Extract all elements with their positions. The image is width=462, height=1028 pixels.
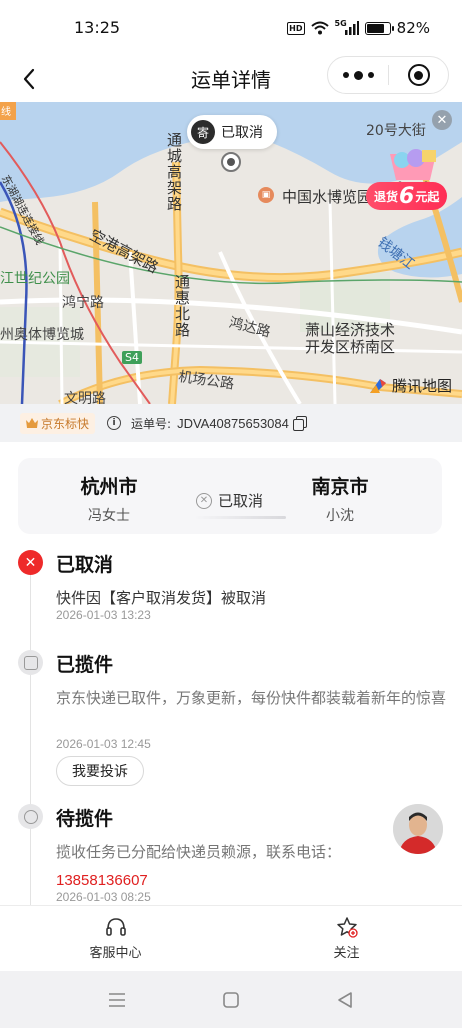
map-label-museum: 中国水博览园 (282, 188, 373, 206)
more-button[interactable] (328, 57, 388, 93)
map-label-road-20: 20号大街 (366, 123, 426, 139)
headset-icon (105, 918, 126, 936)
battery-icon (364, 21, 394, 35)
timeline-title: 已揽件 (56, 654, 114, 676)
customer-service-label: 客服中心 (89, 946, 142, 961)
route-status: ✕ 已取消 (196, 490, 263, 511)
shipment-detail: 杭州市 冯女士 ✕ 已取消 南京市 小沈 ✕ 已取消 快件因【客户取消发货】被取… (0, 442, 462, 905)
hd-icon: HD (287, 21, 305, 35)
destination: 南京市 小沈 (280, 472, 400, 525)
map-label-tongcheng: 通城高架路 (165, 132, 183, 212)
target-icon (407, 64, 430, 86)
timeline-time: 2026-01-03 12:45 (56, 737, 151, 751)
location-marker-icon[interactable] (221, 152, 241, 172)
return-promo-banner[interactable]: 退货 6 元起 (366, 142, 450, 210)
courier-phone-link[interactable]: 13858136607 (56, 872, 148, 889)
museum-poi-icon: ▣ (258, 187, 274, 203)
pin-status-text: 已取消 (221, 125, 263, 141)
complain-button[interactable]: 我要投诉 (56, 756, 144, 786)
route-progress-line (194, 516, 286, 519)
waybill-label: 运单号: (131, 416, 172, 431)
timeline-line (30, 550, 31, 905)
nav-bar: 运单详情 (0, 56, 462, 102)
more-dot-icon (367, 72, 374, 78)
timeline-desc: 京东快递已取件，万象更新，每份快件都装载着新年的惊喜 (56, 689, 447, 707)
square-home-icon (223, 991, 239, 1008)
map-label-century-park: 江世纪公园 (0, 271, 70, 287)
map-label-olympic: 州奥体博览城 (0, 327, 84, 343)
waybill-info-strip: 京东标快 i 运单号: JDVA40875653084 (0, 404, 462, 442)
signal-icon (344, 21, 359, 35)
wifi-icon (310, 21, 329, 35)
promo-number: 6 (399, 183, 415, 209)
close-miniapp-button[interactable] (389, 57, 448, 93)
follow-label: 关注 (333, 946, 360, 961)
route-status-text: 已取消 (218, 492, 264, 510)
timeline-desc-text: 揽收任务已分配给快递员赖源，联系电话： (56, 843, 342, 861)
route-card: 杭州市 冯女士 ✕ 已取消 南京市 小沈 (18, 458, 442, 534)
waybill-number: JDVA40875653084 (177, 415, 289, 431)
system-nav-bar (0, 971, 462, 1028)
home-button[interactable] (220, 989, 242, 1011)
map-label-xiaoshan-dev: 萧山经济技术开发区桥南区 (305, 321, 396, 356)
origin: 杭州市 冯女士 (49, 472, 169, 525)
promo-close-icon[interactable]: ✕ (432, 110, 452, 130)
triangle-back-icon (338, 991, 352, 1008)
map-label-wenming: 文明路 (64, 391, 106, 404)
map-label-s4: S4 (122, 351, 142, 364)
info-icon[interactable]: i (107, 416, 122, 430)
recipient-name: 小沈 (326, 508, 354, 524)
customer-service-button[interactable]: 客服中心 (0, 906, 231, 971)
shopping-cart-icon (390, 149, 436, 186)
map-label-hongning: 鸿宁路 (62, 295, 104, 311)
tracking-map[interactable]: 线 20号大街 通城高架路 中国水博览园 空港高架路 钱塘江 东湖湖连连接线 江… (0, 102, 462, 404)
follow-button[interactable]: 关注 (231, 906, 462, 971)
origin-city: 杭州市 (80, 476, 138, 498)
status-bar: 13:25 HD 5G 82% (0, 0, 462, 56)
more-dot-icon (342, 72, 349, 78)
miniapp-capsule (327, 56, 449, 94)
shipment-status-pin[interactable]: 寄 已取消 (187, 115, 277, 149)
courier-avatar[interactable] (393, 804, 443, 854)
package-icon (18, 650, 43, 675)
back-nav-button[interactable] (334, 989, 356, 1011)
battery-percent: 82% (396, 19, 430, 37)
cancel-circle-icon: ✕ (196, 492, 212, 509)
sender-name: 冯女士 (88, 508, 130, 524)
menu-button[interactable] (106, 989, 128, 1011)
timeline-title: 已取消 (56, 554, 114, 576)
network-type: 5G (334, 18, 347, 28)
timeline-time: 2026-01-03 13:23 (56, 608, 151, 622)
tencent-map-logo-icon (369, 378, 386, 393)
promo-text-pre: 退货 (374, 189, 399, 204)
timeline-desc: 揽收任务已分配给快递员赖源，联系电话： 13858136607 (56, 838, 448, 895)
map-provider-name: 腾讯地图 (391, 377, 452, 395)
map-provider: 腾讯地图 (368, 375, 452, 396)
star-plus-icon (336, 917, 358, 938)
courier-photo (393, 804, 443, 854)
destination-city: 南京市 (311, 476, 369, 498)
timeline-title: 待揽件 (56, 808, 114, 830)
map-label-tonghui: 通惠北路 (173, 274, 191, 338)
promo-text-post: 元起 (415, 189, 440, 204)
menu-icon (109, 992, 125, 1007)
bottom-action-bar: 客服中心 关注 (0, 905, 462, 971)
status-time: 13:25 (74, 18, 121, 37)
status-icons: HD 5G 82% (287, 19, 430, 37)
map-chip: 线 (1, 107, 11, 118)
courier-icon (18, 804, 43, 829)
sender-badge: 寄 (191, 120, 215, 144)
promo-tag: 退货 6 元起 (366, 182, 448, 210)
timeline-time: 2026-01-03 08:25 (56, 890, 151, 904)
copy-icon[interactable] (292, 416, 307, 431)
service-type-chip: 京东标快 (20, 412, 96, 434)
service-type-label: 京东标快 (41, 416, 90, 431)
more-dot-icon (353, 70, 363, 80)
cancelled-x-icon: ✕ (18, 550, 43, 575)
crown-icon (26, 418, 38, 428)
